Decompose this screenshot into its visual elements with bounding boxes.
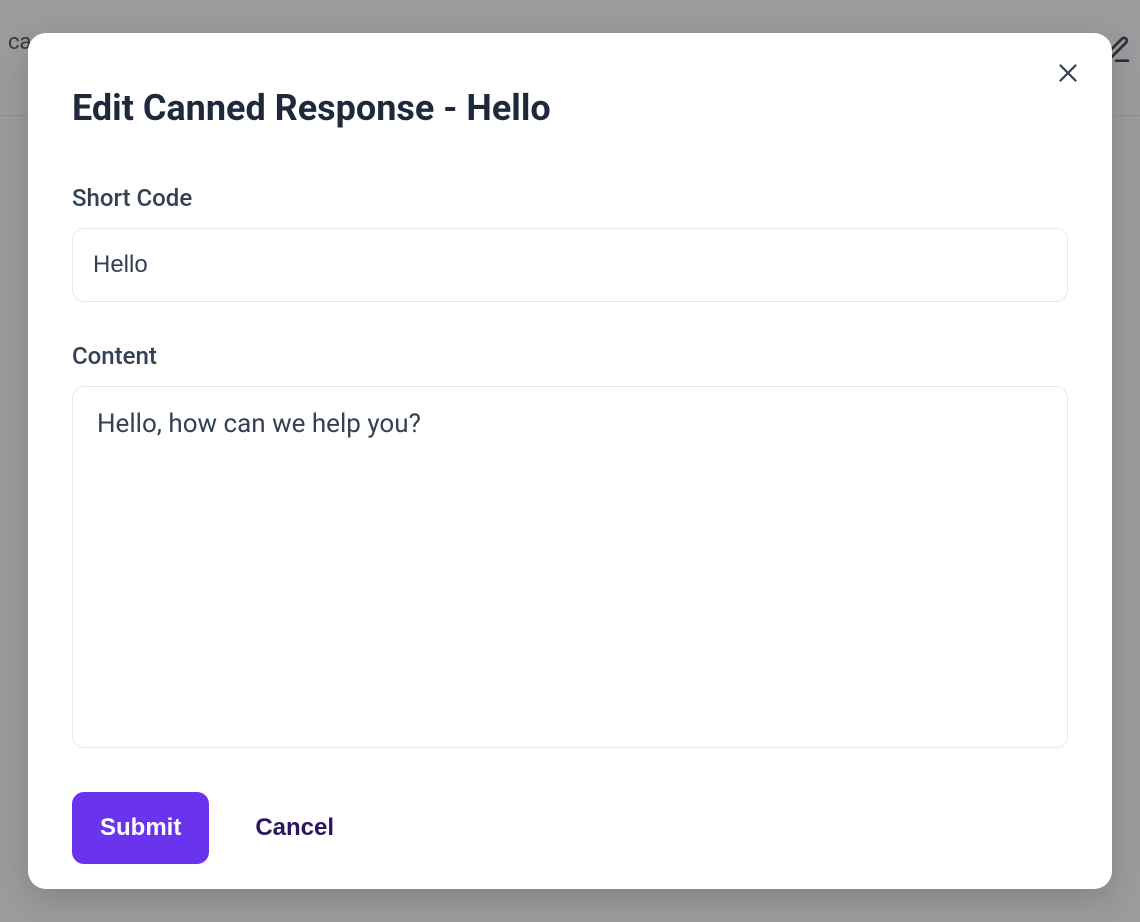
short-code-field-group: Short Code	[72, 184, 1068, 302]
close-icon	[1055, 60, 1081, 86]
short-code-input[interactable]	[72, 228, 1068, 302]
content-textarea[interactable]	[97, 407, 1043, 727]
cancel-button[interactable]: Cancel	[255, 814, 334, 842]
short-code-label: Short Code	[72, 184, 1068, 212]
submit-button[interactable]: Submit	[72, 792, 209, 864]
content-label: Content	[72, 342, 1068, 370]
content-textarea-wrap	[72, 386, 1068, 748]
edit-canned-response-modal: Edit Canned Response - Hello Short Code …	[28, 33, 1112, 889]
modal-actions: Submit Cancel	[72, 792, 1068, 864]
content-field-group: Content	[72, 342, 1068, 792]
close-button[interactable]	[1052, 57, 1084, 89]
modal-title: Edit Canned Response - Hello	[72, 87, 1068, 130]
